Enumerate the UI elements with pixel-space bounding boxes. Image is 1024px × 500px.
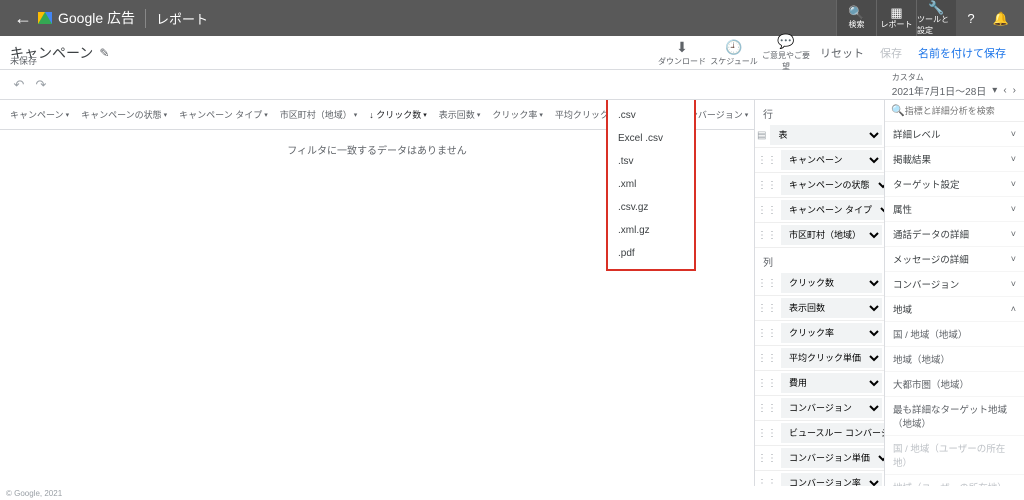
drag-handle-icon[interactable]: ⋮⋮ xyxy=(755,303,779,314)
drag-handle-icon[interactable]: ⋮⋮ xyxy=(755,278,779,289)
unsaved-indicator: 未保存 xyxy=(10,54,37,67)
download-option[interactable]: .csv.gz xyxy=(608,196,694,219)
col-キャンペーン[interactable]: キャンペーン ▾ xyxy=(4,108,75,121)
drag-handle-icon[interactable]: ⋮⋮ xyxy=(755,403,779,414)
bell-icon: 🔔 xyxy=(993,12,1009,25)
save-button[interactable]: 保存 xyxy=(872,45,910,61)
reset-button[interactable]: リセット xyxy=(812,45,872,61)
download-option[interactable]: Excel .csv xyxy=(608,127,694,150)
side-group[interactable]: メッセージの詳細˅ xyxy=(885,247,1024,272)
undo-button[interactable]: ↶ xyxy=(8,77,30,93)
download-icon: ⬇ xyxy=(656,39,708,56)
panel-field-select[interactable]: クリック数 xyxy=(781,273,882,293)
clock-icon: 🕘 xyxy=(708,39,760,56)
search-icon: 🔍 xyxy=(848,6,864,19)
download-option[interactable]: .xml.gz xyxy=(608,219,694,242)
panel-field-select[interactable]: コンバージョン率 xyxy=(781,473,882,486)
chevron-down-icon: ˅ xyxy=(1011,129,1016,139)
side-group[interactable]: コンバージョン˅ xyxy=(885,272,1024,297)
cols-title: 列 xyxy=(755,248,884,271)
drag-handle-icon[interactable]: ⋮⋮ xyxy=(755,453,779,464)
download-option[interactable]: .pdf xyxy=(608,242,694,265)
panel-field-select[interactable]: 費用 xyxy=(781,373,882,393)
schedule-button[interactable]: 🕘スケジュール xyxy=(708,37,760,69)
drag-handle-icon[interactable]: ⋮⋮ xyxy=(755,205,779,216)
panel-field-select[interactable]: ビュースルー コンバージョン xyxy=(781,423,884,443)
col-クリック率[interactable]: クリック率 ▾ xyxy=(486,108,549,121)
side-subitem[interactable]: 国 / 地域（地域） xyxy=(885,322,1024,347)
chevron-up-icon: ˄ xyxy=(1011,304,1016,314)
side-group[interactable]: 掲載結果˅ xyxy=(885,147,1024,172)
layout-icon[interactable]: ▤ xyxy=(755,130,768,141)
drag-handle-icon[interactable]: ⋮⋮ xyxy=(755,230,779,241)
side-subitem[interactable]: 大都市圏（地域） xyxy=(885,372,1024,397)
brand-section: レポート xyxy=(145,9,208,28)
chevron-down-icon: ˅ xyxy=(1011,254,1016,264)
panel-field-select[interactable]: 表示回数 xyxy=(781,298,882,318)
download-option[interactable]: .csv xyxy=(608,104,694,127)
side-subitem: 地域（ユーザーの所在地） xyxy=(885,475,1024,486)
save-as-button[interactable]: 名前を付けて保存 xyxy=(910,45,1014,61)
back-arrow[interactable]: ← xyxy=(8,8,38,29)
panel-field-select[interactable]: コンバージョン単価 xyxy=(781,448,884,468)
chevron-down-icon: ˅ xyxy=(1011,229,1016,239)
feedback-button[interactable]: 💬ご意見やご要望 xyxy=(760,31,812,74)
edit-title-icon[interactable]: ✎ xyxy=(99,46,109,60)
google-ads-logo xyxy=(38,12,52,24)
drag-handle-icon[interactable]: ⋮⋮ xyxy=(755,378,779,389)
panel-field-select[interactable]: キャンペーンの状態 xyxy=(781,175,884,195)
chevron-down-icon: ˅ xyxy=(1011,204,1016,214)
download-menu: .csvExcel .csv.tsv.xml.csv.gz.xml.gz.pdf xyxy=(606,100,696,271)
col-キャンペーン タイプ[interactable]: キャンペーン タイプ ▾ xyxy=(173,108,274,121)
row-mode-select[interactable]: 表 xyxy=(770,125,882,145)
side-subitem: 国 / 地域（ユーザーの所在地） xyxy=(885,436,1024,475)
side-group[interactable]: 詳細レベル˅ xyxy=(885,122,1024,147)
panel-field-select[interactable]: 平均クリック単価 xyxy=(781,348,882,368)
date-range[interactable]: 2021年7月1日～28日 xyxy=(892,83,987,98)
chevron-down-icon: ˅ xyxy=(1011,279,1016,289)
wrench-icon: 🔧 xyxy=(928,1,944,14)
panel-field-select[interactable]: キャンペーン xyxy=(781,150,882,170)
download-option[interactable]: .tsv xyxy=(608,150,694,173)
side-subitem[interactable]: 地域（地域） xyxy=(885,347,1024,372)
side-group[interactable]: ターゲット設定˅ xyxy=(885,172,1024,197)
redo-button[interactable]: ↷ xyxy=(30,77,52,93)
drag-handle-icon[interactable]: ⋮⋮ xyxy=(755,428,779,439)
feedback-icon: 💬 xyxy=(760,33,812,50)
reports-icon: ▦ xyxy=(890,6,902,19)
chevron-down-icon: ˅ xyxy=(1011,154,1016,164)
panel-field-select[interactable]: コンバージョン xyxy=(781,398,882,418)
col-市区町村（地域）[interactable]: 市区町村（地域） ▾ xyxy=(274,108,364,121)
col-キャンペーンの状態[interactable]: キャンペーンの状態 ▾ xyxy=(75,108,173,121)
panel-field-select[interactable]: 市区町村（地域） xyxy=(781,225,882,245)
date-prev[interactable]: ‹ xyxy=(1003,85,1006,96)
drag-handle-icon[interactable]: ⋮⋮ xyxy=(755,353,779,364)
side-group[interactable]: 地域˄ xyxy=(885,297,1024,322)
date-next[interactable]: › xyxy=(1013,85,1016,96)
chevron-down-icon: ˅ xyxy=(1011,179,1016,189)
drag-handle-icon[interactable]: ⋮⋮ xyxy=(755,155,779,166)
metric-search-input[interactable] xyxy=(905,106,1022,116)
side-group[interactable]: 通話データの詳細˅ xyxy=(885,222,1024,247)
drag-handle-icon[interactable]: ⋮⋮ xyxy=(755,328,779,339)
search-icon: 🔍 xyxy=(891,104,905,117)
panel-field-select[interactable]: キャンペーン タイプ xyxy=(781,200,884,220)
rows-title: 行 xyxy=(755,100,884,123)
download-button[interactable]: ⬇ダウンロード xyxy=(656,37,708,69)
side-group[interactable]: 属性˅ xyxy=(885,197,1024,222)
brand-name: Google 広告 xyxy=(58,8,135,28)
date-dropdown-icon[interactable]: ▾ xyxy=(992,85,997,96)
drag-handle-icon[interactable]: ⋮⋮ xyxy=(755,180,779,191)
col-表示回数[interactable]: 表示回数 ▾ xyxy=(433,108,487,121)
help-icon: ? xyxy=(967,12,974,25)
side-subitem[interactable]: 最も詳細なターゲット地域（地域） xyxy=(885,397,1024,436)
download-option[interactable]: .xml xyxy=(608,173,694,196)
col-クリック数[interactable]: ↓ クリック数 ▾ xyxy=(363,108,433,121)
footer-copyright: © Google, 2021 xyxy=(0,486,1024,500)
panel-field-select[interactable]: クリック率 xyxy=(781,323,882,343)
drag-handle-icon[interactable]: ⋮⋮ xyxy=(755,478,779,487)
